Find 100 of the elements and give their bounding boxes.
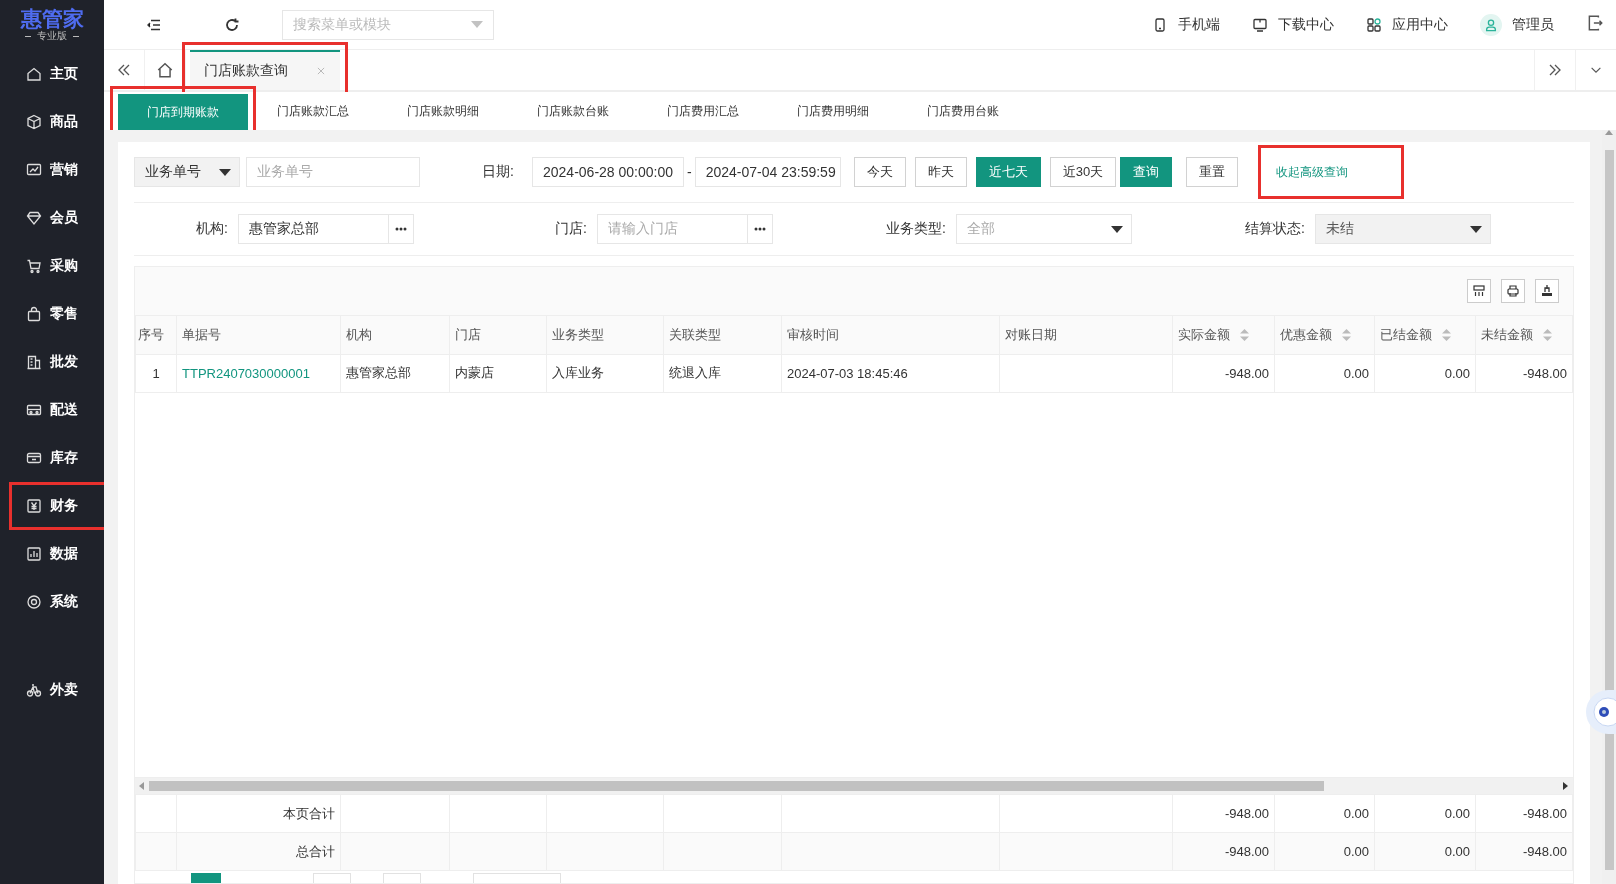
- date-range-button[interactable]: 今天: [853, 157, 906, 187]
- sub-tab[interactable]: 门店到期账款: [118, 94, 248, 130]
- table-cell: -948.00: [1475, 794, 1573, 833]
- export-icon[interactable]: [1535, 279, 1559, 303]
- field-label: 门店:: [554, 220, 588, 238]
- date-range-button[interactable]: 昨天: [914, 157, 967, 187]
- table-cell: 0.00: [1374, 832, 1476, 871]
- bar-chart-icon: [26, 546, 42, 562]
- table-cell: -948.00: [1172, 794, 1275, 833]
- sidebar-item[interactable]: 会员: [0, 194, 104, 242]
- sort-icon[interactable]: [1342, 328, 1351, 341]
- table-cell: 0.00: [1274, 354, 1375, 392]
- sub-tab[interactable]: 门店账款汇总: [248, 92, 378, 130]
- sidebar-item[interactable]: 营销: [0, 146, 104, 194]
- grid-icon: [1366, 16, 1382, 33]
- column-header[interactable]: 实际金额: [1172, 316, 1275, 354]
- diamond-icon: [26, 210, 42, 226]
- column-header[interactable]: 未结金额: [1475, 316, 1573, 354]
- home-icon[interactable]: [156, 61, 174, 79]
- table-cell: 入库业务: [546, 354, 664, 392]
- house-icon: [26, 66, 42, 82]
- sub-tab[interactable]: 门店费用汇总: [638, 92, 768, 130]
- monitor-icon: [1252, 16, 1268, 33]
- reset-button[interactable]: 重置: [1186, 157, 1239, 187]
- edition-label: 专业版: [37, 30, 67, 42]
- table-cell: -948.00: [1475, 354, 1573, 392]
- sidebar-item[interactable]: 批发: [0, 338, 104, 386]
- column-header: 序号: [135, 316, 177, 354]
- sort-icon[interactable]: [1543, 328, 1552, 341]
- table-cell: 2024-07-03 18:45:46: [781, 354, 1000, 392]
- date-separator: -: [687, 164, 692, 180]
- chevrons-left-icon[interactable]: [116, 62, 132, 78]
- table-cell: 1: [135, 354, 177, 392]
- query-button[interactable]: 查询: [1120, 157, 1173, 187]
- yen-icon: [26, 498, 42, 514]
- cube-icon: [26, 114, 42, 130]
- date-range-button[interactable]: 近七天: [975, 157, 1041, 187]
- sub-tab[interactable]: 门店账款明细: [378, 92, 508, 130]
- table-cell: 0.00: [1274, 832, 1375, 871]
- column-header: 门店: [449, 316, 547, 354]
- sidebar-item[interactable]: 配送: [0, 386, 104, 434]
- sort-icon[interactable]: [1442, 328, 1451, 341]
- sort-icon[interactable]: [1240, 328, 1249, 341]
- field-label: 机构:: [195, 220, 229, 238]
- field-label: 日期:: [482, 163, 515, 181]
- dropdown[interactable]: 业务单号: [134, 157, 240, 187]
- total-label: 本页合计: [176, 794, 341, 833]
- collapse-link[interactable]: 收起高级查询: [1258, 145, 1405, 199]
- document-link[interactable]: TTPR2407030000001: [176, 354, 341, 392]
- column-header: 业务类型: [546, 316, 664, 354]
- settings-icon: [26, 594, 42, 610]
- horizontal-scrollbar[interactable]: [135, 777, 1573, 794]
- user-icon: [1480, 13, 1502, 36]
- sidebar-item[interactable]: 主页: [0, 50, 104, 98]
- phone-icon: [1152, 16, 1168, 33]
- scroll-right-icon[interactable]: [1563, 782, 1569, 790]
- table-cell: -948.00: [1172, 832, 1275, 871]
- chevrons-right-icon[interactable]: [1547, 62, 1563, 78]
- sidebar-item[interactable]: 库存: [0, 434, 104, 482]
- date-range-button[interactable]: 近30天: [1049, 157, 1117, 187]
- table-cell: 0.00: [1374, 354, 1476, 392]
- table-cell: 统退入库: [663, 354, 782, 392]
- sub-tab[interactable]: 门店账款台账: [508, 92, 638, 130]
- header-link[interactable]: 应用中心: [1366, 15, 1448, 34]
- scroll-left-icon[interactable]: [139, 782, 145, 790]
- column-header: 机构: [340, 316, 450, 354]
- column-header[interactable]: 已结金额: [1374, 316, 1476, 354]
- picker-field[interactable]: 惠管家总部: [238, 214, 414, 244]
- sidebar-item[interactable]: 外卖: [0, 666, 104, 714]
- sidebar-item[interactable]: 采购: [0, 242, 104, 290]
- date-field[interactable]: 2024-07-04 23:59:59: [694, 157, 841, 187]
- bag-icon: [26, 306, 42, 322]
- header-link[interactable]: 手机端: [1152, 15, 1220, 34]
- sidebar-item[interactable]: 财务: [9, 482, 108, 530]
- sidebar-item[interactable]: 商品: [0, 98, 104, 146]
- sub-tab[interactable]: 门店费用台账: [898, 92, 1028, 130]
- total-label: 总合计: [176, 832, 341, 871]
- column-header: 关联类型: [663, 316, 782, 354]
- logout-icon[interactable]: [1586, 14, 1604, 32]
- building-icon: [26, 354, 42, 370]
- chart-icon: [26, 162, 42, 178]
- date-field[interactable]: 2024-06-28 00:00:00: [532, 157, 684, 187]
- column-header: 对账日期: [999, 316, 1173, 354]
- user-menu[interactable]: 管理员: [1480, 13, 1554, 36]
- assistant-icon[interactable]: [1586, 690, 1616, 734]
- table-cell: 0.00: [1274, 794, 1375, 833]
- header-link[interactable]: 下载中心: [1252, 15, 1334, 34]
- logo-text: 惠管家: [20, 8, 84, 30]
- close-icon[interactable]: [316, 66, 326, 76]
- field-label: 结算状态:: [1244, 220, 1306, 238]
- columns-icon[interactable]: [1467, 279, 1491, 303]
- bicycle-icon: [26, 682, 42, 698]
- print-icon[interactable]: [1501, 279, 1525, 303]
- field-label: 业务类型:: [885, 220, 947, 238]
- sidebar-item[interactable]: 系统: [0, 578, 104, 626]
- sidebar-item[interactable]: 数据: [0, 530, 104, 578]
- sidebar-item[interactable]: 零售: [0, 290, 104, 338]
- column-header[interactable]: 优惠金额: [1274, 316, 1375, 354]
- sub-tab[interactable]: 门店费用明细: [768, 92, 898, 130]
- column-header: 审核时间: [781, 316, 1000, 354]
